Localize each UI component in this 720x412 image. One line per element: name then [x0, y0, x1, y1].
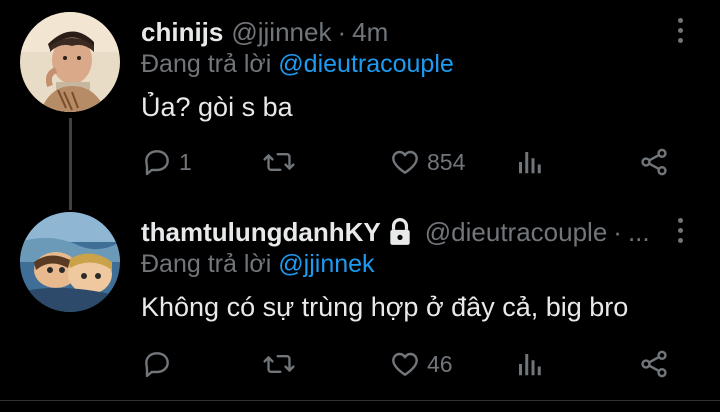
tweet-header: chinijs @jjinnek · 4m — [141, 14, 388, 50]
display-name[interactable]: chinijs — [141, 17, 223, 48]
views-button[interactable] — [514, 344, 544, 384]
share-icon — [641, 350, 667, 378]
separator-dot: · — [613, 216, 622, 247]
separator-dot: · — [337, 16, 347, 47]
reply-count: 1 — [179, 148, 192, 175]
avatar-chinijs[interactable] — [20, 12, 120, 112]
tweet-header: thamtulungdanhKY @dieutracouple · ... — [141, 214, 650, 250]
handle[interactable]: @dieutracouple — [425, 217, 608, 248]
reply-icon — [145, 352, 169, 378]
retweet-icon — [263, 152, 295, 172]
action-bar: 46 — [0, 344, 720, 384]
replying-to: Đang trả lời @dieutracouple — [141, 50, 454, 79]
like-button[interactable]: 854 — [389, 142, 465, 182]
lock-icon — [390, 218, 410, 245]
heart-icon — [392, 150, 418, 174]
share-button[interactable] — [638, 344, 670, 384]
retweet-button[interactable] — [262, 142, 302, 182]
like-count: 854 — [427, 148, 466, 175]
retweet-button[interactable] — [262, 344, 302, 384]
views-icon — [519, 354, 541, 376]
heart-icon — [392, 352, 418, 376]
replying-prefix: Đang trả lời — [141, 250, 272, 278]
timestamp[interactable]: 4m — [352, 17, 388, 48]
more-options-icon[interactable] — [668, 12, 692, 48]
like-count: 46 — [427, 350, 453, 377]
retweet-icon — [263, 354, 295, 374]
replying-to: Đang trả lời @jjinnek — [141, 250, 375, 279]
views-icon — [519, 152, 541, 174]
timestamp[interactable]: ... — [628, 217, 650, 248]
reply-button[interactable] — [141, 344, 179, 384]
replying-prefix: Đang trả lời — [141, 50, 272, 78]
avatar-thamtulungdanhKY[interactable] — [20, 212, 120, 312]
handle[interactable]: @jjinnek — [231, 17, 331, 48]
display-name[interactable]: thamtulungdanhKY — [141, 217, 381, 248]
divider — [0, 400, 720, 401]
reply-button[interactable]: 1 — [141, 142, 192, 182]
views-button[interactable] — [514, 142, 544, 182]
action-bar: 1 854 — [0, 142, 720, 182]
reply-icon — [145, 150, 169, 176]
replying-mention[interactable]: @jjinnek — [278, 250, 374, 278]
more-options-icon[interactable] — [668, 212, 692, 248]
tweet-2[interactable]: thamtulungdanhKY @dieutracouple · ... Đa… — [0, 200, 720, 400]
tweet-text: Không có sự trùng hợp ở đây cả, big bro — [141, 292, 629, 322]
replying-mention[interactable]: @dieutracouple — [278, 50, 454, 78]
tweet-text: Ủa? gòi s ba — [141, 92, 293, 122]
share-button[interactable] — [638, 142, 670, 182]
tweet-1[interactable]: chinijs @jjinnek · 4m Đang trả lời @dieu… — [0, 0, 720, 200]
share-icon — [641, 148, 667, 176]
like-button[interactable]: 46 — [389, 344, 453, 384]
